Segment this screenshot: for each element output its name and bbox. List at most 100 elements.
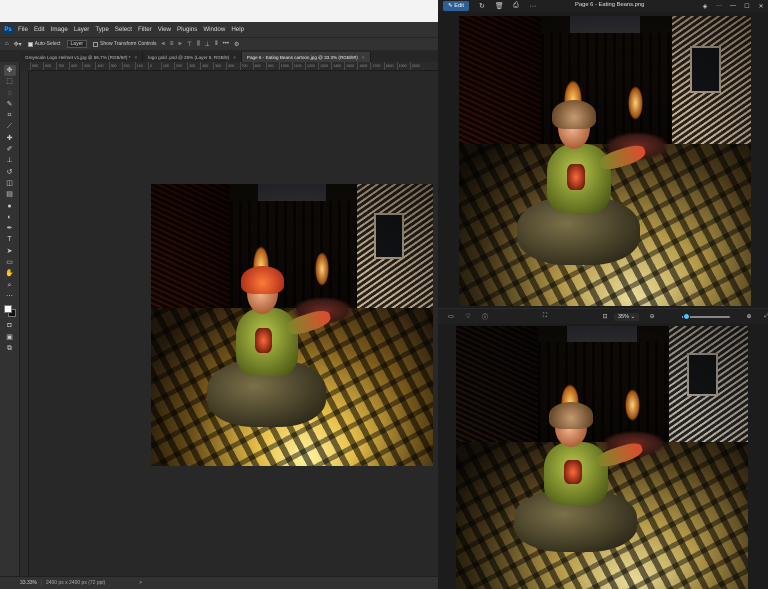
edit-toolbar-icon[interactable]: ⋯ bbox=[4, 291, 16, 302]
menu-type[interactable]: Type bbox=[95, 26, 108, 33]
menu-select[interactable]: Select bbox=[115, 26, 132, 33]
type-tool-icon[interactable]: T bbox=[4, 234, 16, 245]
expand-icon[interactable]: ⤢ bbox=[763, 313, 768, 320]
zoom-out-icon[interactable]: ⊖ bbox=[648, 313, 656, 320]
auto-select-checkbox[interactable]: Auto-Select bbox=[27, 41, 61, 47]
copilot-icon[interactable]: ◈ bbox=[698, 3, 712, 10]
document-image[interactable] bbox=[151, 184, 433, 466]
zoom-tool-icon[interactable]: ⌕ bbox=[4, 280, 16, 291]
tab-logo-gold[interactable]: logo gold .psd @ 25% (Layer 5, RGB/8) × bbox=[143, 52, 242, 62]
info-icon[interactable]: ⓘ bbox=[481, 312, 489, 321]
layer-select-dropdown[interactable]: Layer bbox=[66, 40, 88, 48]
path-select-tool-icon[interactable]: ➤ bbox=[4, 246, 16, 257]
ruler-tick: 0 bbox=[147, 62, 161, 70]
more-options-icon[interactable]: ••• bbox=[223, 41, 229, 47]
align-middle-icon[interactable]: ⫼ bbox=[197, 41, 200, 48]
brush-tool-icon[interactable]: ✐ bbox=[4, 144, 16, 155]
ruler-tick: 200 bbox=[174, 62, 187, 70]
eraser-tool-icon[interactable]: ◫ bbox=[4, 178, 16, 189]
viewer-image[interactable] bbox=[459, 16, 751, 306]
ruler-tick: 800 bbox=[43, 62, 56, 70]
distribute-icon[interactable]: ⦀ bbox=[215, 41, 218, 48]
stamp-tool-icon[interactable]: ⊥ bbox=[4, 155, 16, 166]
status-menu-arrow-icon[interactable]: > bbox=[109, 580, 142, 586]
ps-menubar: Ps File Edit Image Layer Type Select Fil… bbox=[0, 22, 438, 37]
tab-label: Greyscale Logo Helmet v1.jpg @ 66.7% (RG… bbox=[25, 54, 131, 60]
move-tool-preset-icon[interactable]: ✥▾ bbox=[14, 41, 22, 48]
blur-tool-icon[interactable]: ● bbox=[4, 201, 16, 212]
more-icon[interactable]: ··· bbox=[529, 3, 537, 10]
align-left-icon[interactable]: ⫷ bbox=[161, 41, 164, 48]
marquee-tool-icon[interactable]: ⬚ bbox=[4, 76, 16, 87]
rectangle-tool-icon[interactable]: ▭ bbox=[4, 257, 16, 268]
ps-document-tabs: Greyscale Logo Helmet v1.jpg @ 66.7% (RG… bbox=[20, 52, 438, 62]
menu-image[interactable]: Image bbox=[51, 26, 68, 33]
maximize-icon[interactable]: ☐ bbox=[740, 3, 754, 10]
history-brush-icon[interactable]: ↺ bbox=[4, 167, 16, 178]
align-top-icon[interactable]: ⊤ bbox=[187, 41, 192, 48]
zoom-slider[interactable] bbox=[682, 313, 730, 320]
delete-icon[interactable]: 🗑 bbox=[495, 2, 504, 10]
ruler-tick: 1500 bbox=[344, 62, 357, 70]
photos-viewer-window: ✎ Edit ↻ 🗑 ⎙ ··· Page 6 - Eating Beans.p… bbox=[438, 0, 768, 589]
fit-to-window-icon[interactable]: ⛶ bbox=[541, 313, 549, 320]
menu-edit[interactable]: Edit bbox=[34, 26, 45, 33]
favorite-icon[interactable]: ♡ bbox=[464, 313, 472, 320]
ruler-tick: 100 bbox=[134, 62, 148, 70]
more-options-icon[interactable]: ··· bbox=[712, 3, 726, 9]
zoom-in-icon[interactable]: ⊕ bbox=[745, 313, 753, 320]
lasso-tool-icon[interactable]: ◌ bbox=[4, 88, 16, 99]
menu-file[interactable]: File bbox=[18, 26, 28, 33]
tab-eating-beans[interactable]: Page 6 - Eating Beans cartoon.jpg @ 33.3… bbox=[241, 52, 371, 62]
ps-toolbar: ✥ ⬚ ◌ ✎ ⌗ ⟋ ✚ ✐ ⊥ ↺ ◫ ▤ ● ◐ ✒ T ➤ ▭ ✋ ⌕ … bbox=[0, 62, 20, 576]
align-bottom-icon[interactable]: ⊥ bbox=[205, 41, 210, 48]
align-right-icon[interactable]: ⫸ bbox=[178, 41, 181, 48]
healing-tool-icon[interactable]: ✚ bbox=[4, 133, 16, 144]
close-icon[interactable]: × bbox=[233, 55, 236, 60]
photoshop-window: Ps File Edit Image Layer Type Select Fil… bbox=[0, 0, 438, 589]
auto-select-check[interactable] bbox=[27, 41, 33, 47]
quick-mask-icon[interactable]: ◘ bbox=[4, 320, 16, 331]
quick-select-tool-icon[interactable]: ✎ bbox=[4, 99, 16, 110]
menu-filter[interactable]: Filter bbox=[138, 26, 152, 33]
tab-greyscale-logo[interactable]: Greyscale Logo Helmet v1.jpg @ 66.7% (RG… bbox=[20, 52, 144, 62]
edit-button[interactable]: ✎ Edit bbox=[443, 1, 469, 11]
zoom-dropdown[interactable]: 35% ⌄ bbox=[614, 312, 640, 321]
menu-plugins[interactable]: Plugins bbox=[177, 26, 197, 33]
ruler-tick: 400 bbox=[95, 62, 108, 70]
actual-size-icon[interactable]: ⊡ bbox=[601, 313, 609, 320]
zoom-slider-thumb[interactable] bbox=[682, 313, 690, 320]
zoom-level[interactable]: 33.33% bbox=[0, 580, 41, 586]
align-center-icon[interactable]: ≡ bbox=[170, 41, 174, 47]
color-swatches[interactable] bbox=[3, 304, 17, 318]
menu-window[interactable]: Window bbox=[203, 26, 225, 33]
transform-controls-checkbox[interactable]: Show Transform Controls bbox=[93, 41, 156, 47]
screen-mode-icon[interactable]: ▣ bbox=[4, 332, 16, 343]
close-window-icon[interactable]: ✕ bbox=[754, 3, 768, 10]
crop-tool-icon[interactable]: ⌗ bbox=[4, 110, 16, 121]
home-icon[interactable]: ⌂ bbox=[5, 41, 9, 47]
print-icon[interactable]: ⎙ bbox=[512, 2, 520, 10]
hand-tool-icon[interactable]: ✋ bbox=[4, 268, 16, 279]
ruler-tick: 800 bbox=[252, 62, 266, 70]
close-icon[interactable]: × bbox=[362, 55, 365, 60]
close-icon[interactable]: × bbox=[135, 55, 138, 60]
filmstrip-icon[interactable]: ▭ bbox=[447, 313, 455, 320]
frame-icon[interactable]: ⧉ bbox=[4, 343, 16, 354]
menu-layer[interactable]: Layer bbox=[74, 26, 89, 33]
gradient-tool-icon[interactable]: ▤ bbox=[4, 189, 16, 200]
dodge-tool-icon[interactable]: ◐ bbox=[4, 212, 16, 223]
ruler-tick: 300 bbox=[108, 62, 122, 70]
vertical-ruler bbox=[20, 71, 29, 576]
pen-tool-icon[interactable]: ✒ bbox=[4, 223, 16, 234]
foreground-color-swatch[interactable] bbox=[3, 305, 12, 314]
settings-gear-icon[interactable]: ⚙ bbox=[234, 41, 239, 48]
rotate-icon[interactable]: ↻ bbox=[478, 2, 486, 10]
viewer-image-duplicate[interactable] bbox=[456, 326, 748, 589]
eyedropper-tool-icon[interactable]: ⟋ bbox=[4, 121, 16, 132]
transform-controls-check[interactable] bbox=[93, 41, 99, 47]
menu-help[interactable]: Help bbox=[231, 26, 244, 33]
menu-view[interactable]: View bbox=[158, 26, 171, 33]
move-tool-icon[interactable]: ✥ bbox=[3, 65, 16, 77]
minimize-icon[interactable]: — bbox=[726, 3, 740, 9]
